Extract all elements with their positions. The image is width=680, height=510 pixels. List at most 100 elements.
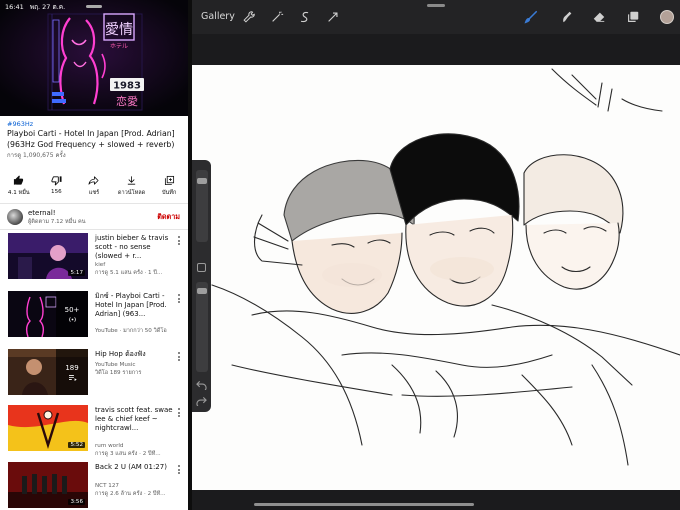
subscribe-button[interactable]: ติดตาม	[157, 212, 180, 223]
video-title[interactable]: travis scott feat. swae lee & chief keef…	[95, 406, 173, 433]
thumbs-up-icon	[14, 175, 24, 185]
layers-button[interactable]	[626, 9, 640, 23]
selection-button[interactable]	[298, 9, 312, 23]
brush-size-slider[interactable]	[196, 170, 208, 242]
layers-icon	[628, 11, 639, 22]
playlist-overlay: 189	[56, 349, 88, 395]
window-grabber[interactable]	[427, 4, 445, 7]
undo-icon[interactable]	[196, 380, 207, 390]
list-item[interactable]: 5:17 justin bieber & travis scott - no s…	[0, 233, 188, 285]
video-duration: 3:56	[68, 499, 85, 505]
video-meta: การดู 5.1 แสน ครั้ง · 1 ปี...	[95, 270, 163, 276]
brush-icon	[524, 10, 538, 24]
brush-button[interactable]	[524, 9, 538, 24]
eraser-icon	[593, 12, 605, 22]
more-options-icon[interactable]	[178, 352, 181, 363]
drawing-canvas[interactable]	[192, 65, 680, 490]
toolbar: Gallery	[192, 0, 680, 34]
video-hashtag[interactable]: #963Hz	[7, 120, 181, 129]
wrench-icon	[243, 11, 255, 23]
video-title[interactable]: Hip Hop ต้องฟัง	[95, 350, 173, 359]
status-bar: 16:41 พฤ. 27 ต.ค.	[5, 2, 65, 12]
video-thumbnail[interactable]: 5:52	[8, 405, 88, 451]
dislike-count: 156	[51, 189, 62, 195]
gallery-button[interactable]: Gallery	[201, 11, 235, 22]
save-button[interactable]: บันทึก	[150, 170, 188, 202]
status-time: 16:41	[5, 3, 24, 11]
avatar[interactable]	[7, 209, 23, 225]
list-item[interactable]: 3:56 Back 2 U (AM 01:27) NCT 127 การดู 2…	[0, 462, 188, 510]
screen: 愛情 ホテル 1983 恋愛 16:41 พฤ. 27 ต.ค. #963Hz …	[0, 0, 680, 510]
video-thumbnail[interactable]: 189	[8, 349, 88, 395]
list-item[interactable]: 189 Hip Hop ต้องฟัง YouTube Music วิดีโอ…	[0, 349, 188, 401]
smudge-button[interactable]	[560, 9, 574, 23]
thumbs-down-icon	[51, 176, 62, 186]
canvas-bottom-bar	[192, 490, 680, 510]
status-date: พฤ. 27 ต.ค.	[29, 3, 66, 11]
channel-name[interactable]: eternal!	[28, 209, 56, 217]
transform-button[interactable]	[326, 9, 340, 23]
sketch-artwork	[211, 68, 680, 466]
redo-icon[interactable]	[196, 396, 207, 406]
video-meta: การดู 2.6 ล้าน ครั้ง · 2 ปีที่...	[95, 491, 166, 497]
actions-button[interactable]	[242, 9, 256, 23]
selection-icon	[300, 11, 309, 23]
channel-row: eternal! ผู้ติดตาม 7.12 หมื่น คน ติดตาม	[0, 203, 188, 230]
channel-subscribers: ผู้ติดตาม 7.12 หมื่น คน	[28, 219, 86, 225]
video-title[interactable]: justin bieber & travis scott - no sense …	[95, 234, 173, 261]
opacity-slider[interactable]	[196, 282, 208, 372]
radio-mix-icon	[68, 316, 76, 322]
video-thumbnail-art: 愛情 ホテル 1983 恋愛	[0, 0, 188, 116]
magic-wand-icon	[272, 11, 284, 22]
video-title[interactable]: Playboi Carti - Hotel In Japan [Prod. Ad…	[7, 129, 181, 150]
more-options-icon[interactable]	[178, 408, 181, 419]
video-thumbnail[interactable]: 5:17	[8, 233, 88, 279]
video-views: การดู 1,090,675 ครั้ง	[7, 152, 66, 159]
list-item[interactable]: 50+ มิกซ์ - Playboi Carti - Hotel In Jap…	[0, 291, 188, 343]
smudge-icon	[563, 11, 572, 23]
video-thumbnail[interactable]: 3:56	[8, 462, 88, 508]
adjustments-button[interactable]	[270, 9, 284, 23]
more-options-icon[interactable]	[178, 294, 181, 305]
color-swatch[interactable]	[660, 10, 674, 24]
save-label: บันทึก	[161, 190, 177, 196]
brush-size-thumb[interactable]	[197, 178, 207, 184]
video-meta: วิดีโอ 189 รายการ	[95, 370, 142, 376]
youtube-app: 愛情 ホテル 1983 恋愛 16:41 พฤ. 27 ต.ค. #963Hz …	[0, 0, 188, 510]
playlist-icon	[68, 374, 77, 381]
list-item[interactable]: 5:52 travis scott feat. swae lee & chief…	[0, 405, 188, 457]
more-options-icon[interactable]	[178, 236, 181, 247]
video-thumbnail[interactable]: 50+	[8, 291, 88, 337]
share-button[interactable]: แชร์	[75, 170, 113, 202]
eraser-button[interactable]	[592, 9, 606, 23]
more-options-icon[interactable]	[178, 465, 181, 476]
video-meta: การดู 3 แสน ครั้ง · 2 ปีที่...	[95, 451, 161, 457]
sign-mid-text: ホテル	[110, 43, 128, 50]
share-icon	[88, 176, 99, 185]
dislike-button[interactable]: 156	[38, 170, 76, 202]
sign-top-text: 愛情	[105, 22, 133, 38]
transform-arrow-icon	[328, 12, 338, 22]
home-indicator[interactable]	[254, 503, 474, 506]
video-actions: 4.1 หมื่น 156 แชร์ ดาวน์โหลด บันทึก	[0, 170, 188, 202]
modify-button[interactable]	[197, 263, 206, 272]
window-grabber[interactable]	[86, 5, 102, 8]
opacity-thumb[interactable]	[197, 288, 207, 294]
video-duration: 5:52	[68, 442, 85, 448]
download-icon	[127, 176, 136, 185]
share-label: แชร์	[88, 190, 100, 196]
video-player[interactable]: 愛情 ホテル 1983 恋愛 16:41 พฤ. 27 ต.ค.	[0, 0, 188, 116]
like-button[interactable]: 4.1 หมื่น	[0, 170, 38, 202]
video-channel: YouTube Music	[95, 362, 136, 368]
like-count: 4.1 หมื่น	[7, 190, 30, 196]
video-title[interactable]: Back 2 U (AM 01:27)	[95, 463, 173, 472]
video-title[interactable]: มิกซ์ - Playboi Carti - Hotel In Japan […	[95, 292, 173, 319]
playlist-count: 50+	[64, 305, 80, 314]
video-info: #963Hz Playboi Carti - Hotel In Japan [P…	[0, 116, 188, 160]
procreate-app: Gallery	[192, 0, 680, 510]
video-meta: YouTube · มากกว่า 50 วิดีโอ	[95, 328, 167, 334]
video-channel: NCT 127	[95, 483, 119, 489]
playlist-count: 189	[65, 363, 79, 372]
video-channel: kief	[95, 262, 106, 268]
download-button[interactable]: ดาวน์โหลด	[113, 170, 151, 202]
